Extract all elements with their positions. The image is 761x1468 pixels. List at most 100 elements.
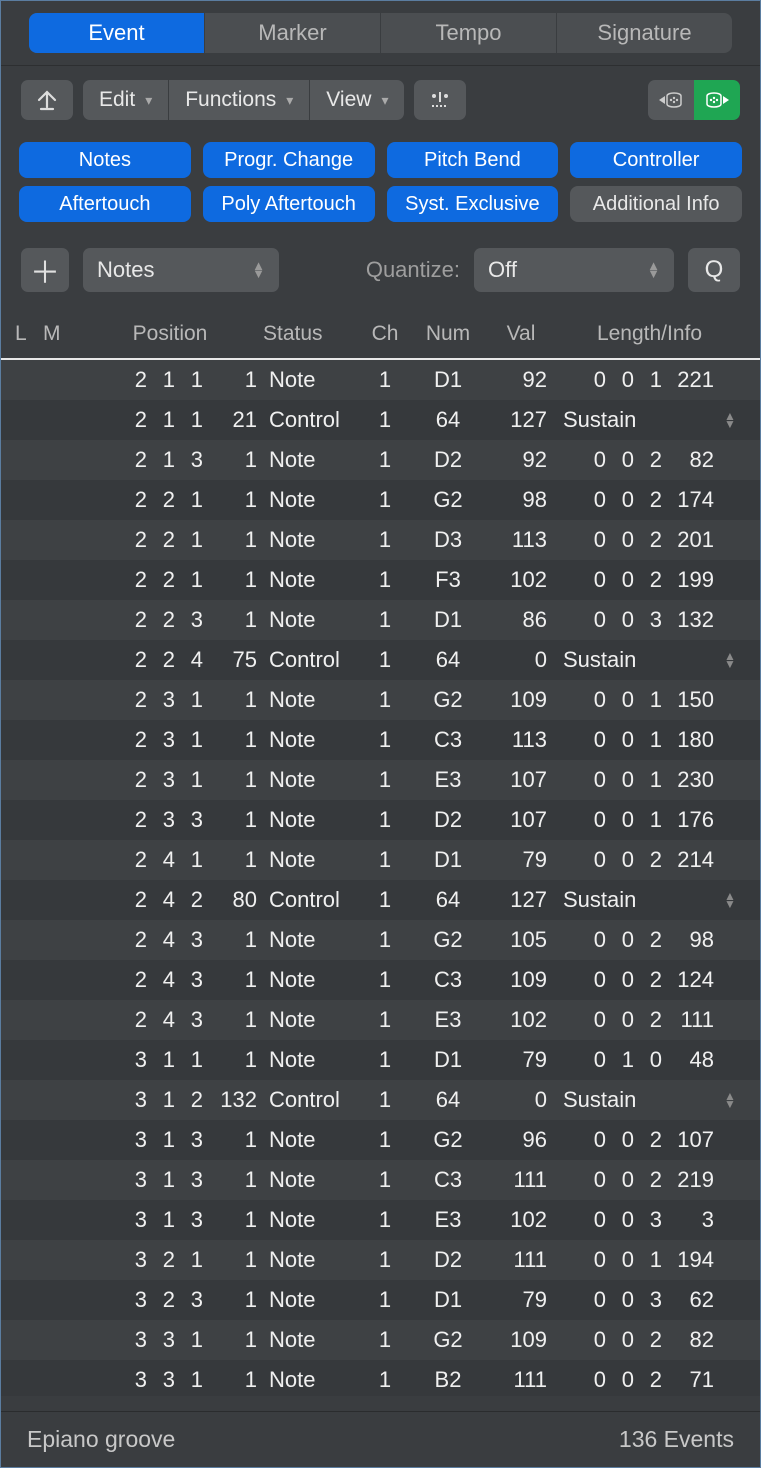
table-row[interactable]: 3131Note1G296 002107 ▲▼	[1, 1120, 760, 1160]
cell-num[interactable]: 64	[411, 407, 485, 433]
cell-position[interactable]: 21121	[77, 407, 263, 433]
table-row[interactable]: 2431Note1C3109 002124 ▲▼	[1, 960, 760, 1000]
table-row[interactable]: 2431Note1G2105 00298 ▲▼	[1, 920, 760, 960]
cell-num[interactable]: D1	[411, 367, 485, 393]
filter-program-change[interactable]: Progr. Change	[203, 142, 375, 178]
filter-syst-exclusive[interactable]: Syst. Exclusive	[387, 186, 559, 222]
functions-menu[interactable]: Functions▾	[169, 80, 310, 120]
cell-status[interactable]: Note	[263, 1047, 359, 1073]
filter-pitch-bend[interactable]: Pitch Bend	[387, 142, 559, 178]
cell-status[interactable]: Note	[263, 607, 359, 633]
table-row[interactable]: 2411Note1D179 002214 ▲▼	[1, 840, 760, 880]
table-row[interactable]: 24280Control164127Sustain▲▼	[1, 880, 760, 920]
cell-num[interactable]: D1	[411, 847, 485, 873]
cell-status[interactable]: Control	[263, 1087, 359, 1113]
table-row[interactable]: 312132Control1640Sustain▲▼	[1, 1080, 760, 1120]
go-up-button[interactable]	[21, 80, 73, 120]
cell-status[interactable]: Note	[263, 1367, 359, 1393]
cell-val[interactable]: 102	[485, 1007, 557, 1033]
table-row[interactable]: 3111Note1D179 01048 ▲▼	[1, 1040, 760, 1080]
cell-position[interactable]: 2411	[77, 847, 263, 873]
length-value[interactable]: 002219	[578, 1167, 714, 1193]
cell-num[interactable]: 64	[411, 1087, 485, 1113]
cell-position[interactable]: 3111	[77, 1047, 263, 1073]
filter-additional-info[interactable]: Additional Info	[570, 186, 742, 222]
cell-num[interactable]: B2	[411, 1367, 485, 1393]
cell-position[interactable]: 3131	[77, 1167, 263, 1193]
cell-channel[interactable]: 1	[359, 607, 411, 633]
cell-val[interactable]: 86	[485, 607, 557, 633]
column-mute[interactable]: M	[43, 322, 77, 346]
length-value[interactable]: 00298	[578, 927, 714, 953]
length-value[interactable]: 001150	[578, 687, 714, 713]
cell-position[interactable]: 3311	[77, 1327, 263, 1353]
cell-num[interactable]: D2	[411, 1247, 485, 1273]
cell-val[interactable]: 105	[485, 927, 557, 953]
cell-val[interactable]: 111	[485, 1247, 557, 1273]
length-value[interactable]: 001180	[578, 727, 714, 753]
cell-position[interactable]: 3231	[77, 1287, 263, 1313]
stepper-icon[interactable]: ▲▼	[724, 412, 740, 428]
cell-num[interactable]: D1	[411, 607, 485, 633]
cell-num[interactable]: E3	[411, 1007, 485, 1033]
table-row[interactable]: 2331Note1D2107 001176 ▲▼	[1, 800, 760, 840]
cell-num[interactable]: G2	[411, 687, 485, 713]
table-row[interactable]: 2231Note1D186 003132 ▲▼	[1, 600, 760, 640]
cell-status[interactable]: Note	[263, 567, 359, 593]
cell-num[interactable]: G2	[411, 1127, 485, 1153]
length-value[interactable]: 001230	[578, 767, 714, 793]
table-row[interactable]: 3231Note1D179 00362 ▲▼	[1, 1280, 760, 1320]
length-value[interactable]: 00362	[578, 1287, 714, 1313]
table-row[interactable]: 3131Note1E3102 0033 ▲▼	[1, 1200, 760, 1240]
length-value[interactable]: 001176	[578, 807, 714, 833]
cell-channel[interactable]: 1	[359, 807, 411, 833]
cell-val[interactable]: 107	[485, 767, 557, 793]
cell-channel[interactable]: 1	[359, 567, 411, 593]
cell-status[interactable]: Control	[263, 647, 359, 673]
cell-status[interactable]: Note	[263, 487, 359, 513]
cell-val[interactable]: 92	[485, 367, 557, 393]
cell-status[interactable]: Note	[263, 1247, 359, 1273]
cell-channel[interactable]: 1	[359, 687, 411, 713]
cell-status[interactable]: Note	[263, 1127, 359, 1153]
quantize-select[interactable]: Off ▲▼	[474, 248, 674, 292]
cell-status[interactable]: Note	[263, 1007, 359, 1033]
cell-position[interactable]: 2311	[77, 767, 263, 793]
cell-num[interactable]: G2	[411, 487, 485, 513]
cell-channel[interactable]: 1	[359, 1007, 411, 1033]
cell-status[interactable]: Control	[263, 407, 359, 433]
cell-status[interactable]: Control	[263, 887, 359, 913]
midi-in-button[interactable]	[648, 80, 694, 120]
length-value[interactable]: 01048	[578, 1047, 714, 1073]
length-value[interactable]: 001221	[578, 367, 714, 393]
stepper-icon[interactable]: ▲▼	[724, 892, 740, 908]
length-value[interactable]: 003132	[578, 607, 714, 633]
cell-channel[interactable]: 1	[359, 967, 411, 993]
length-value[interactable]: 002174	[578, 487, 714, 513]
cell-position[interactable]: 2211	[77, 527, 263, 553]
cell-num[interactable]: C3	[411, 727, 485, 753]
cell-position[interactable]: 2331	[77, 807, 263, 833]
cell-val[interactable]: 79	[485, 1047, 557, 1073]
column-loop[interactable]: L	[15, 322, 43, 346]
column-num[interactable]: Num	[411, 322, 485, 346]
column-status[interactable]: Status	[263, 322, 359, 346]
cell-position[interactable]: 3131	[77, 1127, 263, 1153]
cell-position[interactable]: 24280	[77, 887, 263, 913]
length-value[interactable]: 0033	[578, 1207, 714, 1233]
cell-val[interactable]: 113	[485, 727, 557, 753]
cell-num[interactable]: D2	[411, 807, 485, 833]
cell-val[interactable]: 0	[485, 647, 557, 673]
cell-val[interactable]: 98	[485, 487, 557, 513]
table-row[interactable]: 2311Note1C3113 001180 ▲▼	[1, 720, 760, 760]
table-row[interactable]: 2431Note1E3102 002111 ▲▼	[1, 1000, 760, 1040]
cell-val[interactable]: 102	[485, 567, 557, 593]
table-row[interactable]: 3131Note1C3111 002219 ▲▼	[1, 1160, 760, 1200]
column-position[interactable]: Position	[77, 322, 263, 346]
table-row[interactable]: 2311Note1E3107 001230 ▲▼	[1, 760, 760, 800]
cell-channel[interactable]: 1	[359, 527, 411, 553]
cell-val[interactable]: 113	[485, 527, 557, 553]
cell-status[interactable]: Note	[263, 1327, 359, 1353]
filter-poly-aftertouch[interactable]: Poly Aftertouch	[203, 186, 375, 222]
tab-signature[interactable]: Signature	[557, 13, 732, 53]
